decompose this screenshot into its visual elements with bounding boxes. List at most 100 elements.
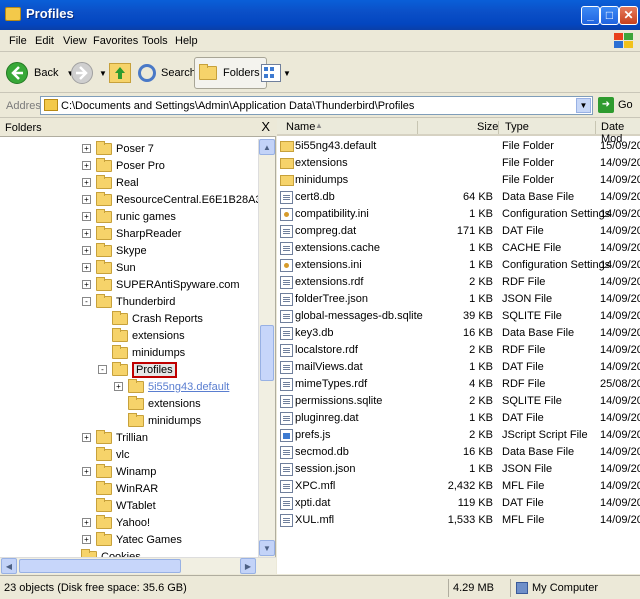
column-size[interactable]: Size (477, 121, 498, 133)
tree-item[interactable]: + Sun (82, 259, 136, 276)
file-row[interactable]: 5i55ng43.default File Folder 15/09/201 (277, 138, 640, 155)
tree-item[interactable]: + Trillian (82, 429, 148, 446)
address-input[interactable]: C:\Documents and Settings\Admin\Applicat… (40, 96, 593, 115)
file-row[interactable]: XPC.mfl 2,432 KB MFL File 14/09/201 (277, 478, 640, 495)
expand-icon[interactable]: + (82, 212, 91, 221)
expand-icon[interactable]: + (114, 382, 123, 391)
tree-item[interactable]: extensions (114, 395, 201, 412)
file-row[interactable]: permissions.sqlite 2 KB SQLITE File 14/09/2… (277, 393, 640, 410)
file-row[interactable]: XUL.mfl 1,533 KB MFL File 14/09/201 (277, 512, 640, 529)
tree-item[interactable]: minidumps (98, 344, 185, 361)
tree-item[interactable]: + Poser Pro (82, 157, 165, 174)
expand-icon[interactable]: + (82, 246, 91, 255)
expand-icon[interactable]: + (82, 535, 91, 544)
h-scrollbar-thumb[interactable] (19, 559, 181, 573)
expand-icon[interactable]: + (82, 280, 91, 289)
tree-item[interactable]: - Profiles (98, 361, 177, 378)
expand-icon[interactable]: + (82, 144, 91, 153)
file-size: 64 KB (463, 191, 493, 203)
back-button[interactable]: Back ▼ (6, 57, 74, 89)
close-folders-icon[interactable]: X (261, 119, 270, 134)
menu-file[interactable]: File (9, 35, 27, 47)
file-row[interactable]: minidumps File Folder 14/09/201 (277, 172, 640, 189)
file-row[interactable]: secmod.db 16 KB Data Base File 14/09/201 (277, 444, 640, 461)
scroll-right-icon[interactable]: ▶ (240, 558, 256, 574)
tree-item[interactable]: + ResourceCentral.E6E1B28A311BC518 (82, 191, 258, 208)
tree-item[interactable]: Crash Reports (98, 310, 203, 327)
folders-vertical-scrollbar[interactable]: ▲ ▼ (258, 139, 275, 557)
expand-icon[interactable]: + (82, 467, 91, 476)
folders-button[interactable]: Folders (194, 57, 267, 89)
tree-item[interactable]: vlc (82, 446, 129, 463)
expand-icon[interactable]: + (82, 161, 91, 170)
file-row[interactable]: extensions File Folder 14/09/201 (277, 155, 640, 172)
column-name[interactable]: Name (286, 121, 315, 133)
file-row[interactable]: folderTree.json 1 KB JSON File 14/09/201 (277, 291, 640, 308)
file-row[interactable]: extensions.rdf 2 KB RDF File 14/09/201 (277, 274, 640, 291)
tree-item[interactable]: minidumps (114, 412, 201, 429)
file-row[interactable]: compreg.dat 171 KB DAT File 14/09/201 (277, 223, 640, 240)
scrollbar-thumb[interactable] (260, 325, 274, 381)
views-button[interactable]: ▼ (261, 57, 291, 89)
expand-icon[interactable]: + (82, 518, 91, 527)
close-button[interactable]: ✕ (619, 6, 638, 25)
file-type: DAT File (502, 225, 544, 237)
tree-item[interactable]: WinRAR (82, 480, 158, 497)
expand-icon[interactable]: + (82, 433, 91, 442)
search-button[interactable]: Search (138, 57, 196, 89)
column-type[interactable]: Type (505, 121, 529, 133)
tree-item[interactable]: Cookies (67, 548, 141, 557)
file-row[interactable]: xpti.dat 119 KB DAT File 14/09/201 (277, 495, 640, 512)
go-button[interactable]: ➜ Go (598, 97, 633, 113)
expand-icon[interactable]: + (82, 195, 91, 204)
file-row[interactable]: key3.db 16 KB Data Base File 14/09/201 (277, 325, 640, 342)
file-row[interactable]: session.json 1 KB JSON File 14/09/201 (277, 461, 640, 478)
up-folder-button[interactable] (109, 57, 131, 89)
collapse-icon[interactable]: - (98, 365, 107, 374)
file-row[interactable]: prefs.js 2 KB JScript Script File 14/09/201 (277, 427, 640, 444)
file-row[interactable]: localstore.rdf 2 KB RDF File 14/09/201 (277, 342, 640, 359)
tree-item[interactable]: + Winamp (82, 463, 156, 480)
scroll-up-icon[interactable]: ▲ (259, 139, 275, 155)
file-row[interactable]: mailViews.dat 1 KB DAT File 14/09/201 (277, 359, 640, 376)
tree-item[interactable]: + Yahoo! (82, 514, 150, 531)
file-icon (280, 344, 293, 357)
file-type: File Folder (502, 157, 554, 169)
tree-item[interactable]: extensions (98, 327, 185, 344)
tree-item-label: Sun (116, 261, 136, 274)
expand-icon[interactable]: + (82, 263, 91, 272)
minimize-button[interactable]: _ (581, 6, 600, 25)
tree-item[interactable]: + Yatec Games (82, 531, 182, 548)
file-row[interactable]: pluginreg.dat 1 KB DAT File 14/09/201 (277, 410, 640, 427)
menu-favorites[interactable]: Favorites (93, 35, 138, 47)
file-row[interactable]: compatibility.ini 1 KB Configuration Setti… (277, 206, 640, 223)
tree-item[interactable]: + runic games (82, 208, 176, 225)
tree-item[interactable]: + SUPERAntiSpyware.com (82, 276, 240, 293)
expand-icon[interactable]: + (82, 178, 91, 187)
collapse-icon[interactable]: - (82, 297, 91, 306)
scroll-left-icon[interactable]: ◀ (1, 558, 17, 574)
tree-item[interactable]: + SharpReader (82, 225, 181, 242)
file-row[interactable]: extensions.cache 1 KB CACHE File 14/09/201 (277, 240, 640, 257)
file-row[interactable]: global-messages-db.sqlite 39 KB SQLITE Fil… (277, 308, 640, 325)
tree-item[interactable]: +5i55ng43.default (114, 378, 229, 395)
scroll-down-icon[interactable]: ▼ (259, 540, 275, 556)
tree-item[interactable]: + Skype (82, 242, 147, 259)
menu-edit[interactable]: Edit (35, 35, 54, 47)
maximize-button[interactable]: □ (600, 6, 619, 25)
tree-item[interactable]: + Poser 7 (82, 140, 154, 157)
menu-tools[interactable]: Tools (142, 35, 168, 47)
file-row[interactable]: mimeTypes.rdf 4 KB RDF File 25/08/201 (277, 376, 640, 393)
tree-item[interactable]: - Thunderbird (82, 293, 175, 310)
tree-item[interactable]: WTablet (82, 497, 156, 514)
file-row[interactable]: extensions.ini 1 KB Configuration Settings… (277, 257, 640, 274)
folders-horizontal-scrollbar[interactable]: ◀ ▶ (0, 557, 276, 574)
address-dropdown-icon[interactable]: ▼ (576, 98, 591, 113)
forward-dropdown-icon[interactable]: ▼ (99, 69, 107, 78)
menu-view[interactable]: View (63, 35, 87, 47)
tree-item[interactable]: + Real (82, 174, 139, 191)
expand-icon[interactable]: + (82, 229, 91, 238)
menu-help[interactable]: Help (175, 35, 198, 47)
forward-button[interactable]: ▼ (71, 57, 107, 89)
file-row[interactable]: cert8.db 64 KB Data Base File 14/09/201 (277, 189, 640, 206)
